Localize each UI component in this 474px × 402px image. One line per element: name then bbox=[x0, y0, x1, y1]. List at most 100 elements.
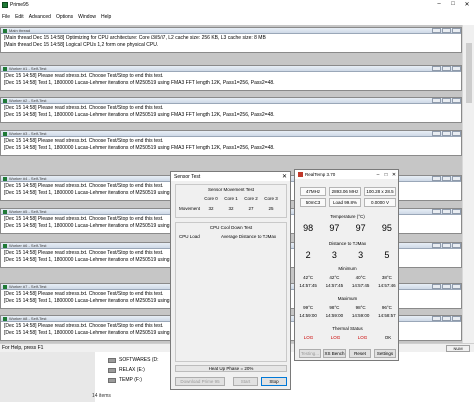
sensor-test-dialog: Sensor Test ✕ Sensor Movement Test Core … bbox=[170, 171, 291, 390]
heat-up-progress: Heat Up Phase = 20% bbox=[175, 365, 287, 372]
pane-minimize-button[interactable] bbox=[432, 28, 441, 33]
core-temp: 95 bbox=[381, 223, 392, 233]
close-icon[interactable]: ✕ bbox=[460, 1, 474, 8]
pane-maximize-button[interactable] bbox=[442, 66, 451, 71]
menu-window[interactable]: Window bbox=[78, 14, 96, 20]
pane-minimize-button[interactable] bbox=[432, 284, 441, 289]
pane-close-button[interactable] bbox=[452, 98, 461, 103]
menu-file[interactable]: File bbox=[2, 14, 10, 20]
thermal-status-value: LOG bbox=[330, 335, 341, 340]
thermal-status-value: LOG bbox=[303, 335, 314, 340]
drive-item-softwares[interactable]: SOFTWARES (D: bbox=[108, 357, 159, 363]
drive-item-temp[interactable]: TEMP (F:) bbox=[108, 377, 142, 383]
pane-minimize-button[interactable] bbox=[432, 209, 441, 214]
group-title: CPU Cool Down Test bbox=[209, 225, 253, 230]
pane-main-thread[interactable]: Main thread [Main thread Dec 15 14:58] O… bbox=[0, 27, 462, 53]
pane-close-button[interactable] bbox=[452, 209, 461, 214]
distance-value: 3 bbox=[331, 250, 337, 260]
min-temp: 40°C bbox=[355, 275, 366, 280]
testing-button[interactable]: Testing... bbox=[299, 349, 321, 358]
min-time: 14:57:45 bbox=[299, 283, 317, 288]
pane-minimize-button[interactable] bbox=[432, 98, 441, 103]
core-temp: 98 bbox=[303, 223, 314, 233]
movement-group: Sensor Movement Test bbox=[175, 184, 287, 218]
item-count: 14 items bbox=[92, 393, 111, 399]
pane-maximize-button[interactable] bbox=[442, 176, 451, 181]
pane-maximize-button[interactable] bbox=[442, 98, 451, 103]
app-title-bar: Prime95 – □ ✕ bbox=[0, 0, 474, 9]
pane-maximize-button[interactable] bbox=[442, 284, 451, 289]
pane-close-button[interactable] bbox=[452, 66, 461, 71]
minimum-label: Minimum bbox=[338, 266, 357, 271]
pane-title: Worker #1 - Self-Test bbox=[9, 66, 47, 71]
menu-help[interactable]: Help bbox=[101, 14, 111, 20]
min-time: 14:57:45 bbox=[325, 283, 344, 288]
download-prime95-button[interactable]: Download Prime 95 bbox=[175, 377, 225, 386]
pane-worker-3[interactable]: Worker #3 - Self-Test [Dec 15 14:58] Ple… bbox=[0, 130, 462, 156]
start-button[interactable]: Start bbox=[233, 377, 258, 386]
min-temp: 42°C bbox=[329, 275, 340, 280]
reset-button[interactable]: Reset bbox=[349, 349, 371, 358]
scrollbar-thumb[interactable] bbox=[466, 43, 472, 103]
vertical-scrollbar[interactable] bbox=[462, 25, 474, 343]
menu-edit[interactable]: Edit bbox=[15, 14, 24, 20]
pane-maximize-button[interactable] bbox=[442, 316, 451, 321]
minimize-icon[interactable]: – bbox=[432, 1, 446, 8]
menu-bar: File Edit Advanced Options Window Help bbox=[0, 13, 116, 21]
pane-close-button[interactable] bbox=[452, 131, 461, 136]
log-line: [Main thread Dec 15 14:58] Optimizing fo… bbox=[4, 35, 266, 41]
pane-maximize-button[interactable] bbox=[442, 28, 451, 33]
log-line: [Main thread Dec 15 14:58] Logical CPUs … bbox=[4, 42, 159, 48]
pane-close-button[interactable] bbox=[452, 176, 461, 181]
settings-button[interactable]: Settings bbox=[374, 349, 396, 358]
maximum-label: Maximum bbox=[337, 296, 358, 301]
pane-minimize-button[interactable] bbox=[432, 66, 441, 71]
explorer-nav-pane bbox=[0, 352, 95, 402]
pane-title: Worker #7 - Self-Test bbox=[9, 284, 47, 289]
pane-close-button[interactable] bbox=[452, 284, 461, 289]
pane-minimize-button[interactable] bbox=[432, 131, 441, 136]
help-text: For Help, press F1 bbox=[2, 345, 44, 351]
pane-maximize-button[interactable] bbox=[442, 131, 451, 136]
max-temp: 99°C bbox=[303, 305, 314, 310]
distances-to-tjmax: 2 3 3 5 bbox=[295, 250, 400, 260]
pane-worker-2[interactable]: Worker #2 - Self-Test [Dec 15 14:58] Ple… bbox=[0, 97, 462, 123]
stop-button[interactable]: Stop bbox=[261, 377, 287, 386]
core-header: Core 1 bbox=[224, 196, 238, 201]
core-header: Core 3 bbox=[264, 196, 278, 201]
minimize-icon[interactable]: – bbox=[374, 172, 382, 178]
pane-close-button[interactable] bbox=[452, 316, 461, 321]
pane-title: Worker #6 - Self-Test bbox=[9, 243, 47, 248]
pane-minimize-button[interactable] bbox=[432, 176, 441, 181]
pane-title: Worker #8 - Self-Test bbox=[9, 316, 47, 321]
min-times: 14:57:45 14:57:45 14:57:45 14:57:46 bbox=[295, 283, 400, 288]
core-header: Core 0 bbox=[204, 196, 218, 201]
pane-minimize-button[interactable] bbox=[432, 243, 441, 248]
close-icon[interactable]: ✕ bbox=[390, 172, 398, 178]
pane-minimize-button[interactable] bbox=[432, 316, 441, 321]
pane-icon bbox=[3, 209, 7, 214]
maximize-icon[interactable]: □ bbox=[382, 172, 390, 178]
pane-title: Worker #5 - Self-Test bbox=[9, 209, 47, 214]
maximize-icon[interactable]: □ bbox=[446, 1, 460, 8]
max-temps: 99°C 98°C 98°C 96°C bbox=[295, 305, 400, 310]
pane-title: Worker #3 - Self-Test bbox=[9, 131, 47, 136]
min-temp: 38°C bbox=[381, 275, 392, 280]
pane-icon bbox=[3, 316, 7, 321]
dialog-title: Sensor Test bbox=[174, 173, 201, 180]
menu-advanced[interactable]: Advanced bbox=[29, 14, 51, 20]
temperature-label: Temperature (°C) bbox=[330, 214, 365, 219]
pane-worker-1[interactable]: Worker #1 - Self-Test [Dec 15 14:58] Ple… bbox=[0, 65, 462, 91]
pane-maximize-button[interactable] bbox=[442, 243, 451, 248]
min-time: 14:57:45 bbox=[351, 283, 370, 288]
pane-close-button[interactable] bbox=[452, 243, 461, 248]
close-icon[interactable]: ✕ bbox=[282, 173, 287, 180]
drive-item-relax[interactable]: RELAX (E:) bbox=[108, 367, 145, 373]
pane-close-button[interactable] bbox=[452, 28, 461, 33]
menu-options[interactable]: Options bbox=[56, 14, 73, 20]
vid-box: 0.0000 V bbox=[364, 198, 396, 207]
movement-value: 32 bbox=[228, 206, 234, 211]
pane-maximize-button[interactable] bbox=[442, 209, 451, 214]
min-time: 14:57:46 bbox=[378, 283, 396, 288]
xs-bench-button[interactable]: XS Bench bbox=[323, 349, 346, 358]
